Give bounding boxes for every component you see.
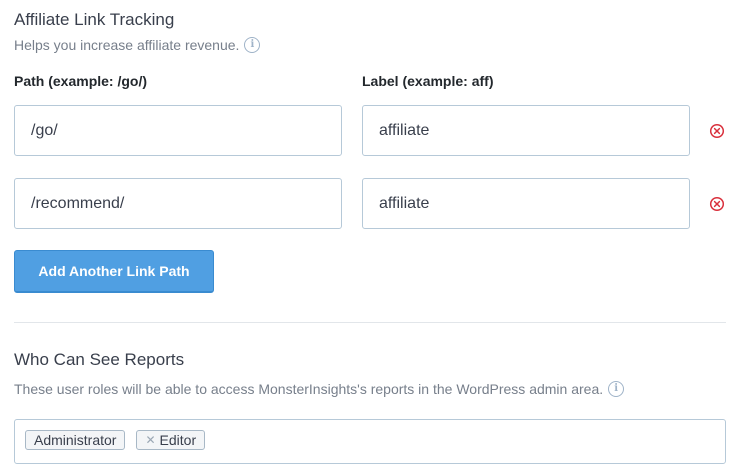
- role-tag-administrator: Administrator: [25, 430, 126, 450]
- remove-row-2-button[interactable]: [709, 196, 725, 212]
- role-tag-editor: ✕ Editor: [136, 430, 206, 450]
- info-icon[interactable]: i: [244, 37, 261, 53]
- remove-circle-x-icon: [709, 196, 725, 212]
- label-input-2[interactable]: [362, 178, 690, 229]
- affiliate-description-text: Helps you increase affiliate revenue.: [14, 37, 240, 53]
- reports-section-title: Who Can See Reports: [14, 350, 185, 369]
- user-roles-select[interactable]: Administrator ✕ Editor: [14, 419, 726, 464]
- info-icon[interactable]: i: [608, 381, 625, 397]
- label-column-label: Label (example: aff): [362, 73, 494, 89]
- path-input-2[interactable]: [14, 178, 342, 229]
- label-input-1[interactable]: [362, 105, 690, 156]
- path-column-label: Path (example: /go/): [14, 73, 148, 89]
- role-tag-label: Administrator: [34, 432, 117, 448]
- reports-description-text: These user roles will be able to access …: [14, 381, 604, 397]
- remove-circle-x-icon: [709, 123, 725, 139]
- section-divider: [14, 322, 726, 323]
- path-input-1[interactable]: [14, 105, 342, 156]
- add-link-path-button[interactable]: Add Another Link Path: [14, 250, 214, 293]
- remove-row-1-button[interactable]: [709, 123, 725, 139]
- affiliate-section-title: Affiliate Link Tracking: [14, 10, 175, 29]
- affiliate-section-description: Helps you increase affiliate revenue. i: [14, 37, 261, 53]
- role-tag-label: Editor: [159, 432, 197, 448]
- tag-remove-x-icon[interactable]: ✕: [145, 433, 155, 447]
- reports-section-description: These user roles will be able to access …: [14, 381, 625, 397]
